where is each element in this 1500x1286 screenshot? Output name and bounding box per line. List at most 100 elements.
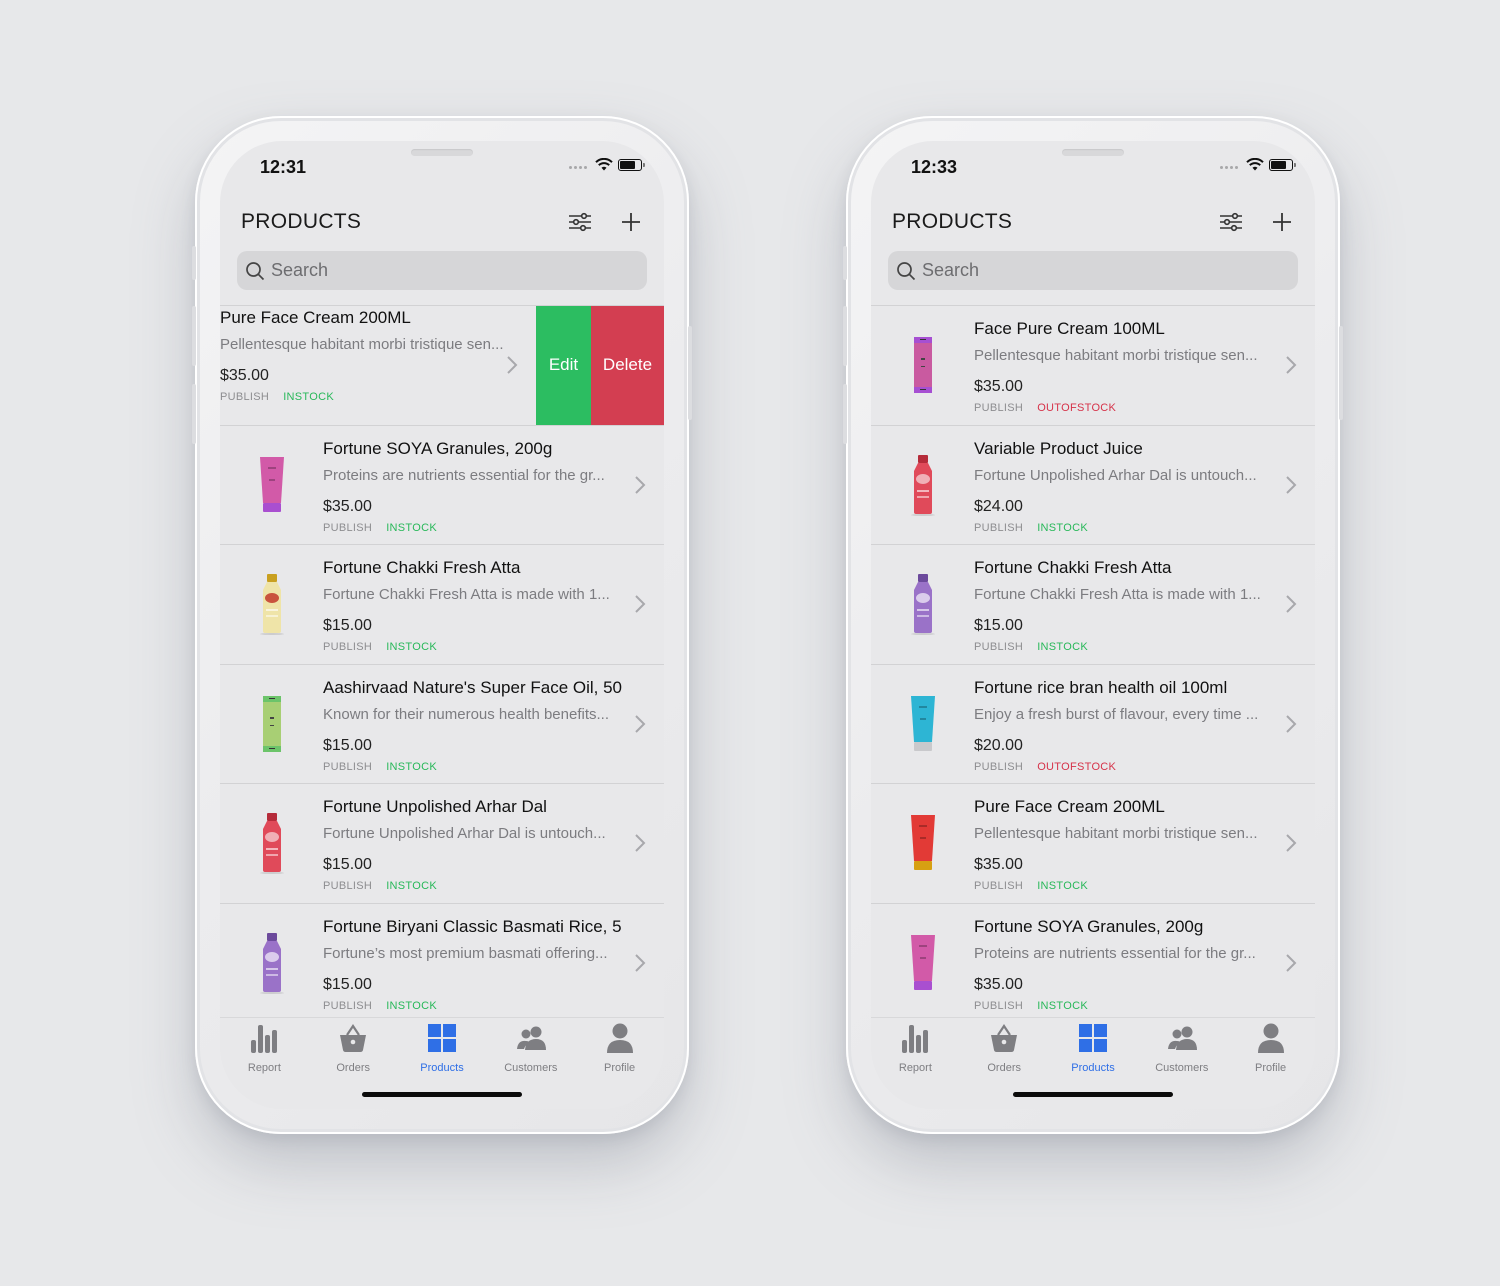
product-meta: PUBLISH INSTOCK	[323, 880, 664, 892]
tab-label: Orders	[336, 1062, 370, 1074]
tab-products[interactable]: Products	[398, 1018, 487, 1077]
search-bar[interactable]	[888, 251, 1298, 290]
product-row[interactable]: Fortune SOYA Granules, 200g Proteins are…	[871, 903, 1315, 1016]
tab-report[interactable]: Report	[871, 1018, 960, 1077]
publish-status: PUBLISH	[323, 999, 373, 1012]
bar-chart-icon	[249, 1022, 279, 1059]
swiped-row-content[interactable]: Pure Face Cream 200ML Pellentesque habit…	[220, 306, 536, 425]
status-icons	[569, 158, 645, 171]
search-input[interactable]	[922, 260, 1222, 281]
screen: 12:33 PRODUCTS Face Pure Cream 100ML P	[871, 141, 1315, 1109]
chevron-right-icon	[1286, 595, 1297, 613]
product-price: $15.00	[323, 736, 372, 754]
product-meta: PUBLISH INSTOCK	[323, 641, 664, 653]
product-meta: PUBLISH OUTOFSTOCK	[974, 761, 1315, 773]
tab-products[interactable]: Products	[1049, 1018, 1138, 1077]
product-meta: PUBLISH OUTOFSTOCK	[974, 402, 1315, 414]
product-thumbnail	[871, 665, 974, 784]
add-product-button[interactable]	[1269, 209, 1295, 235]
product-desc: Fortune Chakki Fresh Atta is made with 1…	[323, 586, 610, 603]
product-desc: Pellentesque habitant morbi tristique se…	[974, 825, 1258, 842]
product-meta: PUBLISH INSTOCK	[220, 391, 536, 403]
product-desc: Enjoy a fresh burst of flavour, every ti…	[974, 705, 1259, 723]
product-price: $35.00	[974, 378, 1023, 395]
product-thumbnail	[220, 784, 323, 903]
user-icon	[1256, 1022, 1286, 1059]
users-icon	[515, 1022, 547, 1059]
stock-status: INSTOCK	[1037, 521, 1088, 534]
chevron-right-icon	[635, 954, 646, 972]
basket-icon	[338, 1022, 368, 1059]
home-indicator[interactable]	[362, 1092, 522, 1097]
header: PRODUCTS	[892, 207, 1295, 237]
product-row[interactable]: Fortune Chakki Fresh Atta Fortune Chakki…	[871, 545, 1315, 665]
publish-status: PUBLISH	[974, 880, 1024, 892]
tab-label: Profile	[603, 1062, 636, 1074]
tab-orders[interactable]: Orders	[309, 1018, 398, 1077]
product-row-swiped[interactable]: Pure Face Cream 200ML Pellentesque habit…	[220, 306, 664, 426]
tab-label: Customers	[1155, 1062, 1209, 1074]
product-desc: Proteins are nutrients essential for the…	[323, 466, 605, 484]
product-row[interactable]: Fortune Biryani Classic Basmati Rice, 5 …	[220, 903, 664, 1015]
product-meta: PUBLISH INSTOCK	[974, 522, 1315, 534]
stock-status: INSTOCK	[1037, 641, 1088, 653]
product-row[interactable]: Face Pure Cream 100ML Pellentesque habit…	[871, 306, 1315, 426]
phone-left: 12:31 PRODUCTS Search Pure Face Cream 20…	[192, 116, 692, 1134]
tab-profile[interactable]: Profile	[1226, 1018, 1315, 1077]
publish-status: PUBLISH	[323, 641, 373, 653]
chevron-right-icon	[1286, 476, 1297, 494]
wifi-icon	[1246, 158, 1264, 171]
add-product-button[interactable]	[618, 209, 644, 235]
speaker	[411, 149, 473, 156]
chevron-right-icon	[635, 476, 646, 494]
wifi-icon	[595, 158, 613, 171]
tab-customers[interactable]: Customers	[1137, 1018, 1226, 1077]
filter-button[interactable]	[1218, 209, 1244, 235]
product-name: Fortune Unpolished Arhar Dal	[323, 797, 547, 816]
product-meta: PUBLISH INSTOCK	[974, 880, 1315, 892]
product-name: Face Pure Cream 100ML	[974, 319, 1165, 338]
users-icon	[1166, 1022, 1198, 1059]
chevron-right-icon	[507, 356, 518, 374]
product-price: $15.00	[323, 975, 372, 993]
product-row[interactable]: Variable Product Juice Fortune Unpolishe…	[871, 425, 1315, 545]
product-name: Fortune SOYA Granules, 200g	[974, 916, 1204, 936]
tab-orders[interactable]: Orders	[960, 1018, 1049, 1077]
publish-status: PUBLISH	[323, 880, 373, 892]
tab-profile[interactable]: Profile	[575, 1018, 664, 1077]
product-thumbnail	[871, 904, 974, 1016]
product-desc: Fortune Unpolished Arhar Dal is untouch.…	[323, 825, 606, 842]
tab-label: Report	[247, 1062, 281, 1074]
product-name: Pure Face Cream 200ML	[220, 308, 411, 327]
product-row[interactable]: Fortune SOYA Granules, 200g Proteins are…	[220, 425, 664, 545]
product-price: $20.00	[974, 736, 1023, 754]
product-price: $35.00	[974, 975, 1023, 993]
product-row[interactable]: Fortune Unpolished Arhar Dal Fortune Unp…	[220, 784, 664, 904]
tab-report[interactable]: Report	[220, 1018, 309, 1077]
search-bar[interactable]	[237, 251, 647, 290]
stock-status: INSTOCK	[386, 880, 437, 892]
product-desc: Fortune Unpolished Arhar Dal is untouch.…	[974, 466, 1257, 484]
volume-down-button	[843, 384, 847, 444]
filter-button[interactable]	[567, 209, 593, 235]
search-input[interactable]	[271, 260, 571, 281]
battery-icon	[618, 158, 645, 171]
delete-button[interactable]: Delete	[591, 306, 664, 425]
product-list[interactable]: Face Pure Cream 100ML Pellentesque habit…	[871, 305, 1315, 1015]
edit-button[interactable]: Edit	[536, 306, 591, 425]
product-desc: Known for their numerous health benefits…	[323, 705, 609, 723]
tab-bar: Report Orders Products Customers Profile	[871, 1017, 1315, 1077]
product-name: Fortune Biryani Classic Basmati Rice, 5	[323, 916, 622, 936]
product-row[interactable]: Aashirvaad Nature's Super Face Oil, 50 K…	[220, 664, 664, 784]
product-price: $35.00	[974, 856, 1023, 873]
home-indicator[interactable]	[1013, 1092, 1173, 1097]
product-row[interactable]: Fortune Chakki Fresh Atta Fortune Chakki…	[220, 545, 664, 665]
power-button	[688, 326, 692, 420]
product-desc: Fortune’s most premium basmati offering.…	[323, 944, 608, 962]
product-row[interactable]: Pure Face Cream 200ML Pellentesque habit…	[871, 784, 1315, 904]
product-row[interactable]: Fortune rice bran health oil 100ml Enjoy…	[871, 664, 1315, 784]
tab-customers[interactable]: Customers	[486, 1018, 575, 1077]
product-list[interactable]: Pure Face Cream 200ML Pellentesque habit…	[220, 305, 664, 1015]
product-thumbnail	[871, 545, 974, 664]
product-thumbnail	[871, 306, 974, 425]
